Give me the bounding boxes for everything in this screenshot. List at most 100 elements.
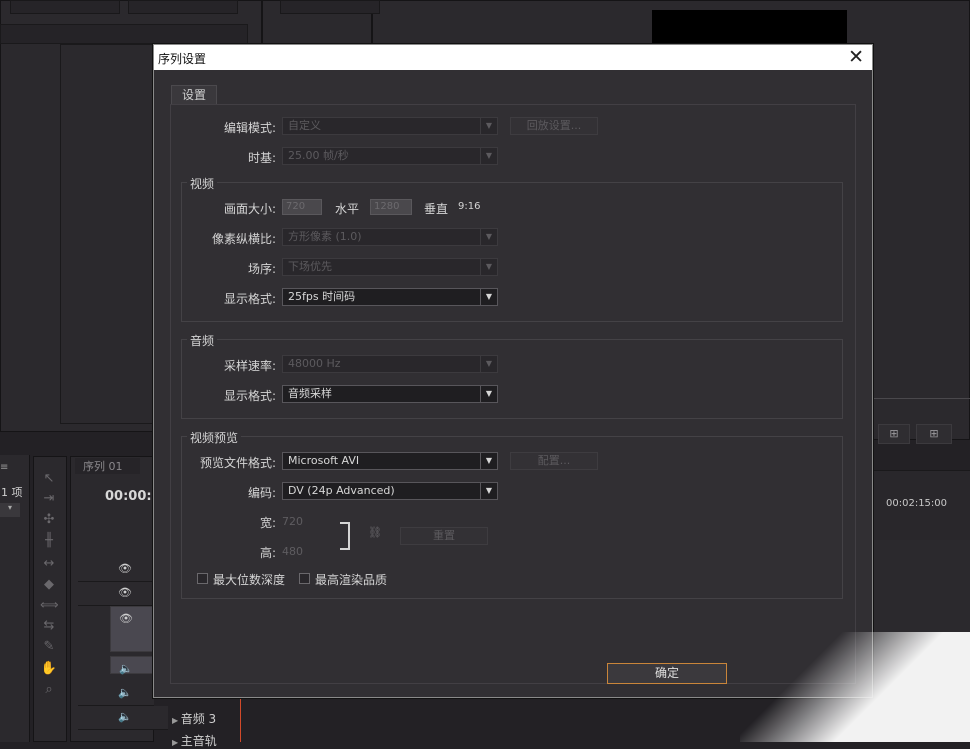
max-bit-depth-checkbox[interactable] bbox=[197, 573, 208, 584]
zoom-tool-icon[interactable]: ⌕ bbox=[40, 681, 58, 699]
chevron-down-icon: ▼ bbox=[480, 483, 497, 499]
audio-track-label: ▶ 音频 3 bbox=[172, 712, 217, 726]
field-order-select[interactable]: 下场优先 ▼ bbox=[282, 258, 498, 276]
chevron-down-icon: ▼ bbox=[480, 453, 497, 469]
panel-inner-box bbox=[0, 24, 248, 44]
slide-tool-icon[interactable]: ⇆ bbox=[40, 617, 58, 635]
dialog-content: 设置 编辑模式: 自定义 ▼ 回放设置... 时基: 25.00 帧/秒 ▼ 视频 … bbox=[154, 70, 872, 697]
preview-format-select[interactable]: Microsoft AVI ▼ bbox=[282, 452, 498, 470]
audio-display-format-label: 显示格式: bbox=[223, 389, 276, 403]
preview-format-label: 预览文件格式: bbox=[199, 456, 276, 470]
pixel-aspect-select[interactable]: 方形像素 (1.0) ▼ bbox=[282, 228, 498, 246]
pen-tool-icon[interactable]: ✎ bbox=[40, 638, 58, 656]
edit-mode-select[interactable]: 自定义 ▼ bbox=[282, 117, 498, 135]
rolling-edit-tool-icon[interactable]: ╫ bbox=[40, 532, 58, 550]
pixel-aspect-label: 像素纵横比: bbox=[211, 232, 276, 246]
width-label: 宽: bbox=[259, 516, 276, 530]
width-value[interactable]: 720 bbox=[282, 515, 303, 528]
video-display-format-label: 显示格式: bbox=[223, 292, 276, 306]
hand-tool-icon[interactable]: ✋ bbox=[40, 660, 58, 678]
audio-track-number: 3 bbox=[208, 712, 217, 726]
eye-icon[interactable]: 👁 bbox=[119, 611, 133, 627]
menu-icon[interactable]: ≡ bbox=[0, 462, 8, 473]
ok-button[interactable]: 确定 bbox=[607, 663, 727, 684]
razor-tool-icon[interactable]: ◆ bbox=[40, 576, 58, 594]
audio-display-format-value: 音频采样 bbox=[288, 387, 332, 400]
selection-tool-icon[interactable]: ↖ bbox=[40, 470, 58, 488]
eye-icon[interactable]: 👁 bbox=[118, 586, 132, 599]
video-group bbox=[181, 182, 843, 322]
timebase-label: 时基: bbox=[247, 151, 276, 165]
audio-track-name: 音频 bbox=[180, 712, 205, 726]
frame-height-input[interactable]: 1280 bbox=[370, 199, 412, 215]
track-row-v2: 👁 bbox=[78, 582, 154, 606]
max-render-quality-label: 最高渲染品质 bbox=[315, 573, 388, 587]
eye-icon[interactable]: 👁 bbox=[118, 562, 132, 575]
extract-icon[interactable]: ⊞ bbox=[916, 424, 952, 444]
corner-overlay bbox=[740, 632, 970, 742]
sequence-settings-dialog: 序列设置 ✕ 设置 编辑模式: 自定义 ▼ 回放设置... 时基: 25.00 帧… bbox=[153, 44, 873, 698]
edit-mode-value: 自定义 bbox=[288, 119, 321, 132]
pixel-aspect-value: 方形像素 (1.0) bbox=[288, 230, 362, 243]
chevron-down-icon: ▼ bbox=[480, 229, 497, 245]
track-row-v1: 👁 bbox=[110, 606, 154, 652]
lift-icon[interactable]: ⊞ bbox=[878, 424, 910, 444]
video-display-format-select[interactable]: 25fps 时间码 ▼ bbox=[282, 288, 498, 306]
audio-display-format-select[interactable]: 音频采样 ▼ bbox=[282, 385, 498, 403]
audio-group bbox=[181, 339, 843, 419]
chain-link-icon[interactable]: ⛓ bbox=[368, 526, 382, 539]
chevron-down-icon: ▼ bbox=[480, 118, 497, 134]
speaker-icon[interactable]: 🔈 bbox=[119, 661, 133, 677]
video-group-label: 视频 bbox=[187, 175, 218, 192]
video-preview-group-label: 视频预览 bbox=[187, 429, 242, 446]
aspect-ratio-value: 9:16 bbox=[458, 201, 481, 212]
track-select-tool-icon[interactable]: ⇥ bbox=[40, 490, 58, 508]
speaker-icon[interactable]: 🔈 bbox=[118, 686, 132, 699]
rate-stretch-tool-icon[interactable]: ↔ bbox=[40, 555, 58, 573]
ruler-timecode: 00:02:15:00 bbox=[886, 498, 948, 509]
configure-button[interactable]: 配置... bbox=[510, 452, 598, 470]
track-row-a3: 🔈 bbox=[78, 706, 168, 730]
horizontal-label: 水平 bbox=[335, 202, 360, 216]
height-value[interactable]: 480 bbox=[282, 545, 303, 558]
project-dropdown[interactable]: ▾ bbox=[0, 503, 20, 517]
sample-rate-label: 采样速率: bbox=[223, 359, 276, 373]
codec-value: DV (24p Advanced) bbox=[288, 484, 395, 497]
slip-tool-icon[interactable]: ⟺ bbox=[40, 597, 59, 615]
dialog-titlebar: 序列设置 ✕ bbox=[154, 45, 872, 70]
track-row-v3: 👁 bbox=[78, 558, 154, 582]
sample-rate-select[interactable]: 48000 Hz ▼ bbox=[282, 355, 498, 373]
preview-format-value: Microsoft AVI bbox=[288, 454, 360, 467]
vertical-label: 垂直 bbox=[424, 202, 449, 216]
playback-settings-button[interactable]: 回放设置... bbox=[510, 117, 598, 135]
bg-tab-2[interactable] bbox=[128, 0, 238, 14]
ripple-edit-tool-icon[interactable]: ✣ bbox=[40, 511, 58, 529]
codec-select[interactable]: DV (24p Advanced) ▼ bbox=[282, 482, 498, 500]
sequence-tab[interactable]: 序列 01 bbox=[75, 458, 140, 474]
chevron-down-icon: ▼ bbox=[480, 259, 497, 275]
video-display-format-value: 25fps 时间码 bbox=[288, 290, 356, 303]
height-label: 高: bbox=[259, 546, 276, 560]
edit-mode-label: 编辑模式: bbox=[223, 121, 276, 135]
dialog-title: 序列设置 bbox=[158, 52, 207, 66]
chevron-down-icon: ▼ bbox=[480, 148, 497, 164]
timebase-select[interactable]: 25.00 帧/秒 ▼ bbox=[282, 147, 498, 165]
bg-tab-3[interactable] bbox=[280, 0, 380, 14]
frame-width-input[interactable]: 720 bbox=[282, 199, 322, 215]
track-row-a2: 🔈 bbox=[78, 682, 154, 706]
timebase-value: 25.00 帧/秒 bbox=[288, 149, 349, 162]
field-order-label: 场序: bbox=[247, 262, 276, 276]
monitor-video-frame bbox=[652, 10, 847, 44]
reset-button[interactable]: 重置 bbox=[400, 527, 488, 545]
tab-settings[interactable]: 设置 bbox=[171, 85, 218, 105]
speaker-icon[interactable]: 🔈 bbox=[118, 710, 132, 723]
max-render-quality-checkbox[interactable] bbox=[299, 573, 310, 584]
master-track-label: ▶ 主音轨 bbox=[172, 734, 217, 748]
link-bracket bbox=[340, 522, 350, 550]
monitor-ruler bbox=[873, 398, 970, 406]
chevron-down-icon: ▼ bbox=[480, 289, 497, 305]
max-bit-depth-label: 最大位数深度 bbox=[213, 573, 286, 587]
chevron-down-icon: ▼ bbox=[480, 386, 497, 402]
close-icon[interactable]: ✕ bbox=[848, 46, 864, 68]
bg-tab-1[interactable] bbox=[10, 0, 120, 14]
